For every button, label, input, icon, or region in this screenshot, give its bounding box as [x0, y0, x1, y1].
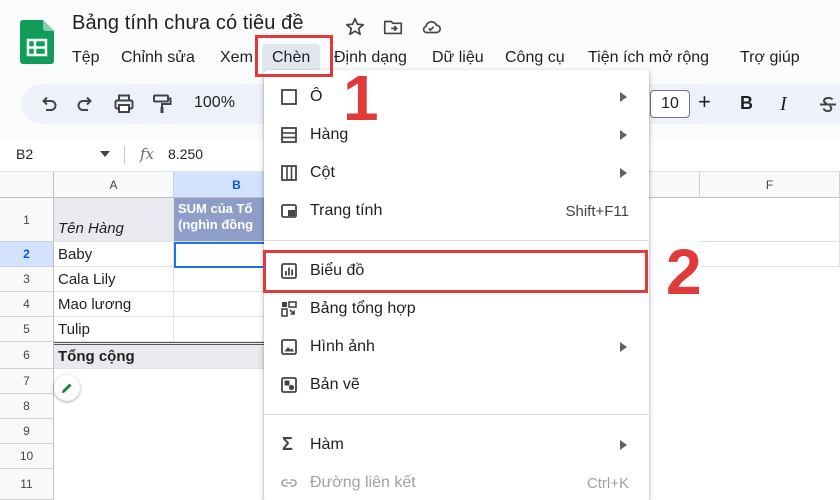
pivot-table-icon — [281, 301, 297, 317]
move-to-folder-icon[interactable] — [382, 16, 404, 38]
document-title[interactable]: Bảng tính chưa có tiêu đề — [72, 12, 304, 35]
print-icon[interactable] — [112, 92, 136, 116]
menu-extensions[interactable]: Tiện ích mở rộng — [578, 44, 719, 72]
row-header-10[interactable]: 10 — [0, 444, 54, 469]
column-header-a[interactable]: A — [54, 172, 174, 198]
insert-image-label: Hình ảnh — [310, 338, 375, 355]
insert-cell-label: Ô — [310, 88, 323, 105]
row-header-3[interactable]: 3 — [0, 267, 54, 292]
row-header-2[interactable]: 2 — [0, 242, 54, 267]
menu-help[interactable]: Trợ giúp — [730, 44, 810, 72]
row-header-1[interactable]: 1 — [0, 198, 54, 242]
paint-format-icon[interactable] — [150, 92, 174, 116]
cell-f2[interactable] — [700, 242, 840, 267]
submenu-arrow-icon — [620, 92, 627, 102]
cell-b1-line2: (nghìn đồng — [178, 217, 254, 232]
insert-image-item[interactable]: Hình ảnh — [264, 328, 649, 366]
app-header: Bảng tính chưa có tiêu đề Tệp Chỉnh sửa … — [0, 0, 840, 76]
fx-icon: fx — [140, 145, 155, 163]
column-header-f[interactable]: F — [700, 172, 840, 198]
insert-function-label: Hàm — [310, 436, 344, 453]
select-all-corner[interactable] — [0, 172, 54, 198]
insert-sheet-label: Trang tính — [310, 202, 383, 219]
insert-link-label: Đường liên kết — [310, 474, 416, 491]
cell-a3[interactable]: Cala Lily — [54, 267, 174, 292]
menu-divider — [264, 414, 649, 415]
submenu-arrow-icon — [620, 130, 627, 140]
image-icon — [281, 339, 297, 355]
row-header-5[interactable]: 5 — [0, 317, 54, 342]
name-box-dropdown-icon[interactable] — [100, 151, 110, 157]
insert-drawing-item[interactable]: Bản vẽ — [264, 366, 649, 404]
insert-column-item[interactable]: Cột — [264, 154, 649, 192]
cell-a2[interactable]: Baby — [54, 242, 174, 267]
insert-pivot-table-label: Bảng tổng hợp — [310, 300, 416, 317]
annotation-step-1: 1 — [343, 62, 379, 134]
row-header-11[interactable]: 11 — [0, 469, 54, 500]
menu-tools[interactable]: Công cụ — [495, 44, 575, 72]
formula-bar-divider — [124, 146, 125, 164]
sheet-tab-icon — [281, 204, 297, 218]
drawing-icon — [281, 377, 297, 393]
submenu-arrow-icon — [620, 440, 627, 450]
menu-edit[interactable]: Chỉnh sửa — [111, 44, 205, 72]
sigma-icon: Σ — [282, 434, 293, 454]
row-header-6[interactable]: 6 — [0, 342, 54, 369]
insert-cell-item[interactable]: Ô — [264, 78, 649, 116]
pencil-icon — [62, 383, 72, 393]
annotation-step-2: 2 — [666, 236, 702, 308]
insert-sheet-shortcut: Shift+F11 — [565, 203, 629, 220]
cell-b1-line1: SUM của Tổ — [178, 201, 253, 216]
insert-drawing-label: Bản vẽ — [310, 376, 360, 393]
columns-icon — [281, 165, 297, 181]
sheets-logo-icon[interactable] — [20, 20, 54, 64]
strikethrough-icon[interactable] — [816, 92, 840, 116]
undo-icon[interactable] — [36, 92, 60, 116]
row-header-4[interactable]: 4 — [0, 292, 54, 317]
menu-data[interactable]: Dữ liệu — [422, 44, 494, 72]
submenu-arrow-icon — [620, 342, 627, 352]
italic-button[interactable]: I — [780, 93, 787, 116]
row-header-7[interactable]: 7 — [0, 369, 54, 394]
row-header-9[interactable]: 9 — [0, 419, 54, 444]
increase-font-size-button[interactable]: + — [698, 89, 711, 115]
insert-sheet-item[interactable]: Trang tính Shift+F11 — [264, 192, 649, 230]
insert-pivot-table-item[interactable]: Bảng tổng hợp — [264, 290, 649, 328]
rows-icon — [281, 127, 297, 143]
insert-function-item[interactable]: Σ Hàm — [264, 426, 649, 464]
formula-input[interactable]: 8.250 — [168, 146, 203, 162]
annotation-box-chart-item — [263, 250, 648, 293]
cloud-status-icon[interactable] — [420, 16, 442, 38]
zoom-select[interactable]: 100% — [194, 94, 235, 112]
insert-link-shortcut: Ctrl+K — [586, 475, 629, 492]
bold-button[interactable]: B — [740, 93, 753, 114]
font-size-input[interactable]: 10 — [650, 90, 690, 118]
menu-file[interactable]: Tệp — [62, 44, 110, 72]
link-icon — [281, 479, 297, 487]
submenu-arrow-icon — [620, 168, 627, 178]
annotation-box-insert-menu — [255, 35, 333, 77]
edit-chip[interactable] — [54, 375, 80, 401]
name-box[interactable]: B2 — [16, 146, 33, 162]
insert-link-item[interactable]: Đường liên kết Ctrl+K — [264, 464, 649, 500]
insert-row-item[interactable]: Hàng — [264, 116, 649, 154]
star-icon[interactable] — [344, 16, 366, 38]
cell-a1[interactable]: Tên Hàng — [54, 198, 174, 242]
cell-a4[interactable]: Mao lương — [54, 292, 174, 317]
redo-icon[interactable] — [74, 92, 98, 116]
insert-column-label: Cột — [310, 164, 335, 181]
cell-box-icon — [281, 89, 297, 105]
menu-divider — [264, 240, 649, 241]
row-header-8[interactable]: 8 — [0, 394, 54, 419]
cell-f1[interactable] — [700, 198, 840, 242]
cell-a5[interactable]: Tulip — [54, 317, 174, 342]
